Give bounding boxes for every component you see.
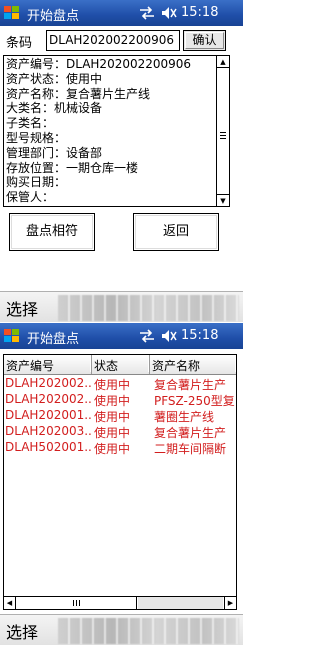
info-purchase-date: 购买日期： [6,175,67,190]
info-model: 型号规格： [6,130,67,145]
inventory-match-label: 盘点相符 [25,224,78,239]
inventory-list-screen: 开始盘点 15:18 资产编号 状态 资产名称 DLAH202002... 使用… [0,323,243,645]
column-header-status[interactable]: 状态 [92,355,150,374]
cell-asset-name: 复合薯片生产 [154,426,227,440]
speaker-icon[interactable] [160,328,178,344]
clock-time[interactable]: 15:18 [181,5,218,20]
cell-status: 使用中 [94,410,131,424]
sync-icon[interactable] [139,6,155,20]
cell-asset-name: 薯圈生产线 [154,410,215,424]
cell-asset-code: DLAH502001... [5,440,91,454]
windows-start-icon[interactable] [3,327,21,345]
scroll-thumb[interactable] [17,597,137,609]
cell-asset-code: DLAH202002... [5,376,91,390]
inventory-scan-screen: 开始盘点 15:18 条码 DLAH202002200906 确认 资产编号：D… [0,0,243,322]
info-asset-status: 资产状态：使用中 [6,71,103,86]
barcode-label: 条码 [6,36,33,51]
table-row[interactable]: DLAH202003... 使用中 复合薯片生产 [4,424,236,440]
asset-info-lines: 资产编号：DLAH202002200906 资产状态：使用中 资产名称：复合薯片… [6,57,214,205]
cell-asset-code: DLAH202001... [5,408,91,422]
confirm-button[interactable]: 确认 [183,30,226,51]
confirm-button-label: 确认 [192,33,217,47]
table-row[interactable]: DLAH202001... 使用中 薯圈生产线 [4,408,236,424]
cell-asset-name: 复合薯片生产 [154,378,227,392]
barcode-input[interactable]: DLAH202002200906 [46,30,180,51]
cell-asset-name: PFSZ-250型复 [154,394,235,408]
windows-start-icon[interactable] [3,4,21,22]
info-department: 管理部门：设备部 [6,145,103,160]
info-custodian: 保管人： [6,190,55,205]
window-title: 开始盘点 [27,9,80,24]
menu-bar: 选择 [0,614,243,645]
info-subcategory: 子类名： [6,116,55,131]
vertical-scrollbar[interactable]: ▲ ▼ [216,56,229,206]
window-title: 开始盘点 [27,332,80,347]
info-asset-code: 资产编号：DLAH202002200906 [6,57,192,71]
speaker-icon[interactable] [160,5,178,21]
cell-asset-code: DLAH202003... [5,424,91,438]
table-row[interactable]: DLAH202002... 使用中 复合薯片生产 [4,376,236,392]
scroll-up-arrow-icon[interactable]: ▲ [217,56,229,68]
cell-status: 使用中 [94,442,131,456]
back-button[interactable]: 返回 [133,213,219,251]
info-location: 存放位置：一期仓库一楼 [6,160,139,175]
scroll-down-arrow-icon[interactable]: ▼ [217,194,229,206]
scroll-grip-icon [73,600,80,606]
cell-status: 使用中 [94,378,131,392]
input-panel-icon[interactable] [58,295,239,321]
scroll-track[interactable] [138,597,223,609]
inventory-match-button[interactable]: 盘点相符 [9,213,95,251]
scroll-left-arrow-icon[interactable]: ◀ [4,597,16,609]
select-softkey[interactable]: 选择 [6,619,38,643]
title-bar: 开始盘点 15:18 [0,0,243,26]
asset-info-textbox[interactable]: 资产编号：DLAH202002200906 资产状态：使用中 资产名称：复合薯片… [3,55,230,207]
column-header-asset-name[interactable]: 资产名称 [150,355,236,374]
cell-status: 使用中 [94,426,131,440]
menu-bar: 选择 [0,291,243,322]
cell-asset-name: 二期车间隔断 [154,442,227,456]
scroll-grip-icon [220,132,226,139]
sync-icon[interactable] [139,329,155,343]
info-category: 大类名：机械设备 [6,101,103,116]
list-rows: DLAH202002... 使用中 复合薯片生产 DLAH202002... 使… [4,376,236,456]
list-header: 资产编号 状态 资产名称 [4,355,236,375]
table-row[interactable]: DLAH202002... 使用中 PFSZ-250型复 [4,392,236,408]
input-panel-icon[interactable] [58,618,239,644]
info-asset-name: 资产名称：复合薯片生产线 [6,86,151,101]
back-button-label: 返回 [162,224,189,239]
horizontal-scrollbar[interactable]: ◀ ▶ [4,596,236,609]
select-softkey[interactable]: 选择 [6,296,38,320]
table-row[interactable]: DLAH502001... 使用中 二期车间隔断 [4,440,236,456]
title-bar: 开始盘点 15:18 [0,323,243,349]
scroll-thumb[interactable] [217,72,229,198]
cell-status: 使用中 [94,394,131,408]
column-header-asset-code[interactable]: 资产编号 [4,355,92,374]
clock-time[interactable]: 15:18 [181,328,218,343]
scroll-right-arrow-icon[interactable]: ▶ [224,597,236,609]
cell-asset-code: DLAH202002... [5,392,91,406]
asset-list[interactable]: 资产编号 状态 资产名称 DLAH202002... 使用中 复合薯片生产 DL… [3,354,237,610]
